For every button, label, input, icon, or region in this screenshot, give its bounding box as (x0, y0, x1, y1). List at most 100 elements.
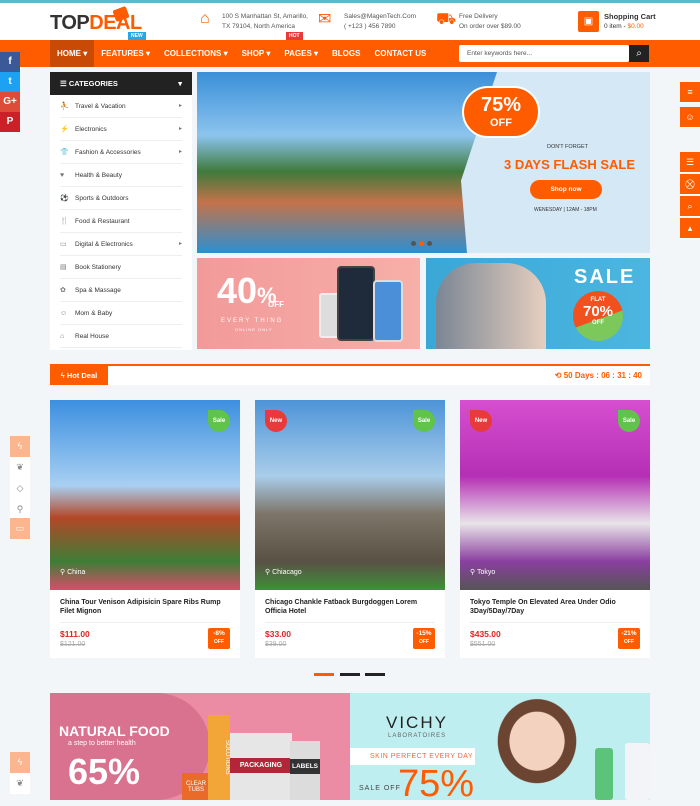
brand-sub: LABORATOIRES (388, 733, 447, 739)
pinterest-icon[interactable]: P (0, 112, 20, 132)
nav-pages[interactable]: PAGES ▾ (277, 40, 325, 67)
product-title[interactable]: Tokyo Temple On Elevated Area Under Odio… (470, 598, 642, 616)
category-item[interactable]: 👕 Fashion & Accessories ▸ (60, 141, 182, 164)
category-item[interactable]: ♥ Health & Beauty (60, 164, 182, 187)
category-icon: ✿ (60, 287, 66, 294)
cart-title[interactable]: Shopping Cart (604, 12, 656, 21)
slider-dot-active[interactable] (419, 241, 424, 246)
slider-dot[interactable] (411, 241, 416, 246)
search-side-icon[interactable]: ⌕ (680, 196, 700, 217)
promo-banner-fashion[interactable]: SALE FLAT 70% OFF (426, 258, 650, 349)
mail-icon: ✉ (318, 11, 332, 28)
category-label: Travel & Vacation (75, 103, 126, 110)
countdown-timer: ⟲ 50 Days : 06 : 31 : 40 (554, 371, 642, 380)
search-button[interactable]: ⌕ (629, 45, 649, 62)
delivery-icon: ⛟ (436, 11, 457, 28)
category-icon: ⛹ (60, 103, 69, 110)
cart-side-icon[interactable]: ⛒ (680, 174, 700, 195)
location-label: ⚲ Chiacago (265, 569, 302, 576)
divider (470, 622, 640, 623)
category-item[interactable]: ☺ Mom & Baby (60, 302, 182, 325)
category-icon: ▭ (60, 241, 67, 248)
flash-icon[interactable]: ϟ (10, 752, 30, 773)
chevron-right-icon: ▸ (178, 241, 182, 247)
user-icon[interactable]: ☺ (680, 107, 700, 128)
carousel-dot[interactable] (365, 673, 385, 676)
menu-icon[interactable]: ≡ (680, 82, 700, 103)
new-label: New (265, 410, 287, 432)
nav-blogs[interactable]: BLOGS (325, 40, 367, 67)
slider-kicker: DON'T FORGET (547, 144, 588, 150)
carousel-dot[interactable] (340, 673, 360, 676)
facebook-icon[interactable]: f (0, 52, 20, 72)
category-item[interactable]: ⚡ Electronics ▸ (60, 118, 182, 141)
category-item[interactable]: ⚽ Sports & Outdoors (60, 187, 182, 210)
category-icon: ⌂ (60, 333, 65, 340)
hot-deal-tab[interactable]: ϟ Hot Deal (50, 366, 108, 385)
discount-cloud: 75% OFF (462, 86, 540, 138)
bicycle-icon[interactable]: ⚲ (10, 499, 30, 520)
nav-contact[interactable]: CONTACT US (367, 40, 433, 67)
vichy-banner[interactable]: VICHY LABORATOIRES SKIN PERFECT EVERY DA… (350, 693, 650, 805)
nav-shop[interactable]: SHOP ▾ (235, 40, 278, 67)
category-icon: ⚽ (60, 195, 69, 202)
categories-header[interactable]: ☰ CATEGORIES ▾ (50, 72, 192, 95)
model-image (482, 693, 592, 800)
leaf-icon[interactable]: ❦ (10, 457, 30, 478)
carousel-dot-active[interactable] (314, 673, 334, 676)
category-label: Electronics (75, 126, 107, 133)
leaf-icon[interactable]: ❦ (10, 773, 30, 794)
category-item[interactable]: ✿ Spa & Massage (60, 279, 182, 302)
hero-slider[interactable]: 75% OFF DON'T FORGET 3 DAYS FLASH SALE Sh… (197, 72, 650, 253)
category-item[interactable]: ⌂ Real House (60, 325, 182, 348)
category-item[interactable]: 🍴 Food & Restaurant (60, 210, 182, 233)
product-card[interactable]: New Sale ⚲ Tokyo Tokyo Temple On Elevated… (460, 400, 650, 658)
discount-badge: -21% OFF (618, 628, 640, 649)
product-card[interactable]: Sale ⚲ China China Tour Venison Adipisic… (50, 400, 240, 658)
phone-image (337, 266, 375, 341)
laptop-icon[interactable]: ▭ (10, 518, 30, 539)
top-icon[interactable]: ▴ (680, 218, 700, 239)
resort-image (197, 72, 497, 253)
category-label: Spa & Massage (75, 287, 121, 294)
cart-icon[interactable]: ▣ (578, 11, 599, 32)
nav-collections[interactable]: COLLECTIONS ▾ (157, 40, 235, 67)
address: 100 S Manhattan St, Amarillo, TX 79104, N… (222, 13, 308, 30)
home-icon: ⌂ (200, 10, 210, 27)
product-card[interactable]: New Sale ⚲ Chiacago Chicago Chankle Fatba… (255, 400, 445, 658)
natural-food-banner[interactable]: NATURAL FOOD a step to better health 65%… (50, 693, 350, 800)
new-badge: NEW (128, 32, 146, 40)
category-item[interactable]: ⛹ Travel & Vacation ▸ (60, 95, 182, 118)
category-item[interactable]: ▤ Book Stationery (60, 256, 182, 279)
product-title[interactable]: Chicago Chankle Fatback Burgdoggen Lorem… (265, 598, 437, 616)
category-icon: ⚡ (60, 126, 69, 133)
cart-summary[interactable]: 0 item - $0.00 (604, 23, 644, 30)
category-item[interactable]: ▭ Digital & Electronics ▸ (60, 233, 182, 256)
search-input[interactable]: Enter keywords here... (459, 45, 629, 62)
sale-label: Sale (208, 410, 230, 432)
discount-badge: -15% OFF (413, 628, 435, 649)
flash-icon[interactable]: ϟ (10, 436, 30, 457)
twitter-icon[interactable]: t (0, 72, 20, 92)
nav-features[interactable]: FEATURES ▾ (94, 40, 157, 67)
labels-pack: LABELS (290, 741, 320, 800)
list-icon[interactable]: ☰ (680, 152, 700, 173)
diamond-icon[interactable]: ◇ (10, 478, 30, 499)
product-old-price: $121.00 (60, 641, 86, 648)
nav-home[interactable]: HOME ▾ (50, 40, 95, 67)
banner-off: OFF (268, 300, 284, 309)
banner-title: NATURAL FOOD (59, 723, 170, 739)
sale-heading: SALE (574, 266, 636, 288)
banner-line2: ONLINE ONLY (235, 327, 273, 332)
shop-now-button[interactable]: Shop now (530, 180, 602, 199)
product-title[interactable]: China Tour Venison Adipisicin Spare Ribs… (60, 598, 232, 616)
promo-banner-phones[interactable]: 40% OFF EVERY THING ONLINE ONLY (197, 258, 420, 349)
sale-label: Sale (618, 410, 640, 432)
chevron-right-icon: ▸ (178, 149, 182, 155)
google-plus-icon[interactable]: G+ (0, 92, 20, 112)
location-label: ⚲ China (60, 569, 86, 576)
slider-dot[interactable] (427, 241, 432, 246)
category-label: Sports & Outdoors (75, 195, 129, 202)
couple-image (436, 263, 546, 349)
tub-pack: CLEAR TUBS (182, 773, 210, 800)
